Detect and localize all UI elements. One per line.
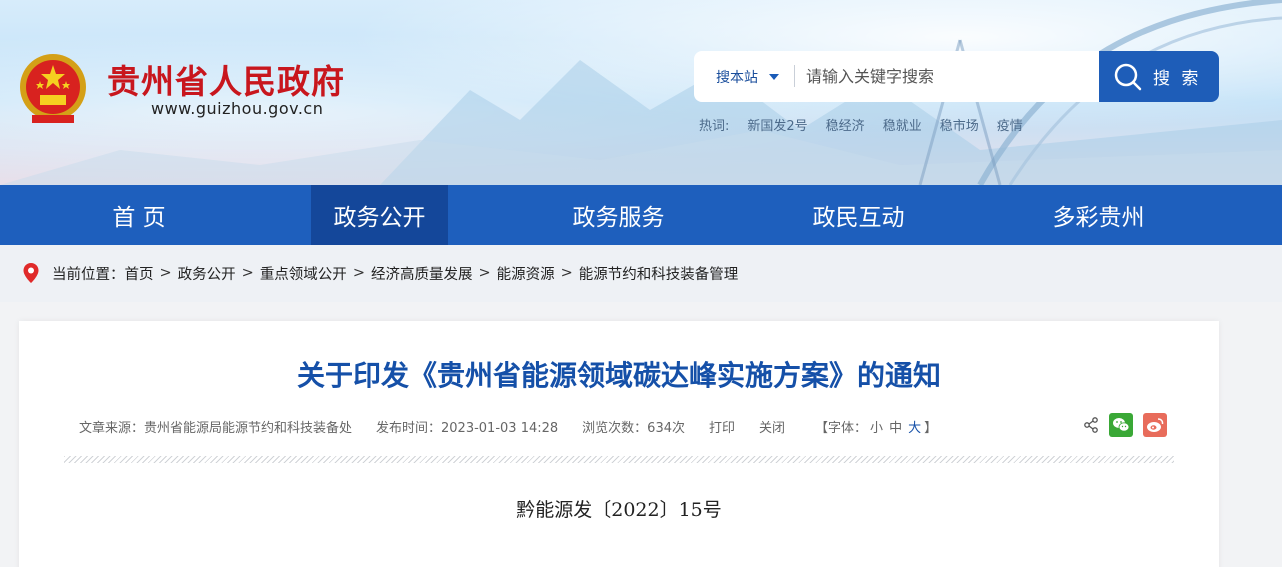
search-input[interactable] <box>806 59 1086 94</box>
main-nav: 首 页 政务公开 政务服务 政民互动 多彩贵州 <box>0 185 1282 245</box>
hot-words-label: 热词: <box>699 119 730 134</box>
search-button[interactable]: 搜 索 <box>1099 51 1219 102</box>
share-bar <box>1083 413 1167 437</box>
search-box: 搜本站 搜 索 <box>694 51 1219 102</box>
article-card: 关于印发《贵州省能源领域碳达峰实施方案》的通知 文章来源：贵州省能源局能源节约和… <box>19 321 1219 567</box>
title-divider <box>64 456 1174 463</box>
wechat-icon <box>1113 418 1130 432</box>
search-scope-label: 搜本站 <box>716 69 758 86</box>
header-banner: 贵州省人民政府 www.guizhou.gov.cn 搜本站 搜 索 热词: 新… <box>0 0 1282 185</box>
breadcrumb-separator: > <box>352 265 365 281</box>
article-source: 文章来源：贵州省能源局能源节约和科技装备处 <box>79 421 353 436</box>
breadcrumb-prefix: 当前位置： <box>52 266 125 283</box>
hot-words: 热词: 新国发2号 稳经济 稳就业 稳市场 疫情 <box>699 115 1023 134</box>
nav-item-colorful-guizhou[interactable]: 多彩贵州 <box>1030 185 1167 245</box>
weibo-icon <box>1147 418 1164 432</box>
caret-down-icon <box>769 73 779 80</box>
breadcrumb-separator: > <box>241 265 254 281</box>
close-link[interactable]: 关闭 <box>759 417 785 436</box>
breadcrumb: 当前位置： 首页 > 政务公开 > 重点领域公开 > 经济高质量发展 > 能源资… <box>22 262 738 284</box>
breadcrumb-bar: 当前位置： 首页 > 政务公开 > 重点领域公开 > 经济高质量发展 > 能源资… <box>0 245 1282 302</box>
breadcrumb-link-home[interactable]: 首页 <box>125 263 154 284</box>
nav-item-home[interactable]: 首 页 <box>79 185 199 245</box>
font-size-label: 【字体： <box>815 421 868 436</box>
breadcrumb-separator: > <box>159 265 172 281</box>
article-publish-time: 发布时间：2023-01-03 14:28 <box>376 421 559 436</box>
article-title: 关于印发《贵州省能源领域碳达峰实施方案》的通知 <box>296 359 941 392</box>
nav-item-public-interaction[interactable]: 政民互动 <box>790 185 927 245</box>
breadcrumb-link-government-affairs[interactable]: 政务公开 <box>178 263 236 284</box>
weibo-share-button[interactable] <box>1143 413 1167 437</box>
font-size-medium[interactable]: 中 <box>889 421 902 436</box>
share-icon[interactable] <box>1083 417 1099 433</box>
hot-word[interactable]: 新国发2号 <box>747 115 807 134</box>
article-views: 浏览次数：634次 <box>582 421 685 436</box>
breadcrumb-link-energy-saving[interactable]: 能源节约和科技装备管理 <box>579 263 739 284</box>
breadcrumb-link-economic-development[interactable]: 经济高质量发展 <box>371 263 473 284</box>
hot-word[interactable]: 稳就业 <box>883 115 922 134</box>
breadcrumb-separator: > <box>478 265 491 281</box>
site-url[interactable]: www.guizhou.gov.cn <box>151 99 323 118</box>
print-link[interactable]: 打印 <box>709 417 735 436</box>
nav-item-government-services[interactable]: 政务服务 <box>550 185 687 245</box>
search-icon <box>1114 63 1142 90</box>
breadcrumb-separator: > <box>560 265 573 281</box>
hot-word[interactable]: 疫情 <box>997 115 1023 134</box>
wechat-share-button[interactable] <box>1109 413 1133 437</box>
font-size-switcher: 【字体：小中大】 <box>815 417 937 436</box>
search-separator <box>794 65 795 87</box>
search-scope-dropdown[interactable]: 搜本站 <box>694 51 794 102</box>
hot-word[interactable]: 稳经济 <box>826 115 865 134</box>
site-title[interactable]: 贵州省人民政府 <box>107 55 345 103</box>
location-pin-icon <box>23 263 39 283</box>
hot-word[interactable]: 稳市场 <box>940 115 979 134</box>
national-emblem-icon <box>20 54 86 123</box>
font-size-large[interactable]: 大 <box>908 421 921 436</box>
document-number: 黔能源发〔2022〕15号 <box>516 499 722 521</box>
font-size-small[interactable]: 小 <box>870 421 883 436</box>
nav-item-government-affairs[interactable]: 政务公开 <box>311 185 448 245</box>
article-meta: 文章来源：贵州省能源局能源节约和科技装备处 发布时间：2023-01-03 14… <box>79 417 937 436</box>
breadcrumb-link-key-areas[interactable]: 重点领域公开 <box>260 263 347 284</box>
search-button-label: 搜 索 <box>1153 69 1202 89</box>
font-size-close: 】 <box>924 421 938 436</box>
breadcrumb-link-energy-resources[interactable]: 能源资源 <box>497 263 555 284</box>
